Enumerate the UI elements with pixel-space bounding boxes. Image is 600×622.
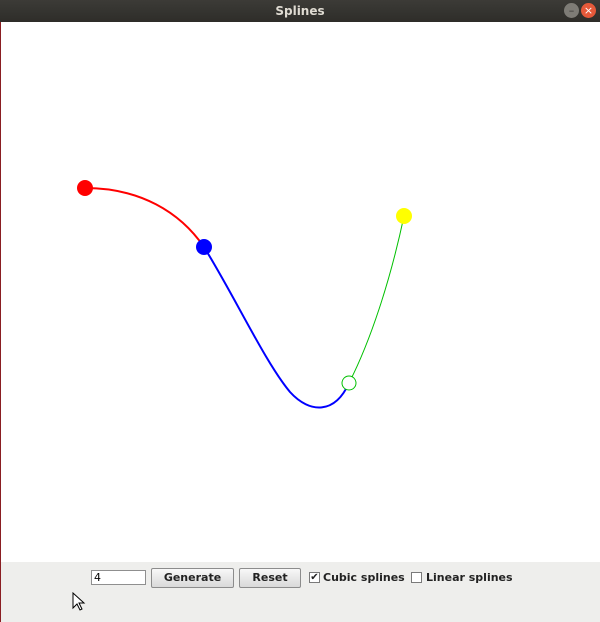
control-point-red[interactable] [77, 180, 93, 196]
spline-canvas[interactable] [0, 22, 600, 562]
spline-segment-green [348, 215, 405, 384]
minimize-icon[interactable]: – [564, 3, 579, 18]
generate-button[interactable]: Generate [151, 568, 234, 588]
cubic-splines-label[interactable]: Cubic splines [323, 571, 405, 584]
mouse-cursor-icon [72, 592, 86, 611]
spline-drawing [77, 180, 412, 409]
reset-button[interactable]: Reset [239, 568, 301, 588]
linear-splines-label[interactable]: Linear splines [426, 571, 513, 584]
control-point-green[interactable] [341, 375, 357, 391]
point-count-input[interactable] [91, 570, 146, 585]
cubic-splines-checkbox[interactable]: ✔ [309, 572, 320, 583]
spline-segment-red [84, 187, 205, 248]
control-point-yellow[interactable] [396, 208, 412, 224]
spline-segment-blue [203, 246, 350, 409]
control-panel: Generate Reset ✔ Cubic splines Linear sp… [0, 562, 600, 622]
close-icon[interactable]: × [581, 3, 596, 18]
window-title: Splines [275, 4, 325, 18]
control-point-blue[interactable] [196, 239, 212, 255]
title-bar[interactable]: Splines – × [0, 0, 600, 22]
linear-splines-checkbox[interactable] [411, 572, 422, 583]
